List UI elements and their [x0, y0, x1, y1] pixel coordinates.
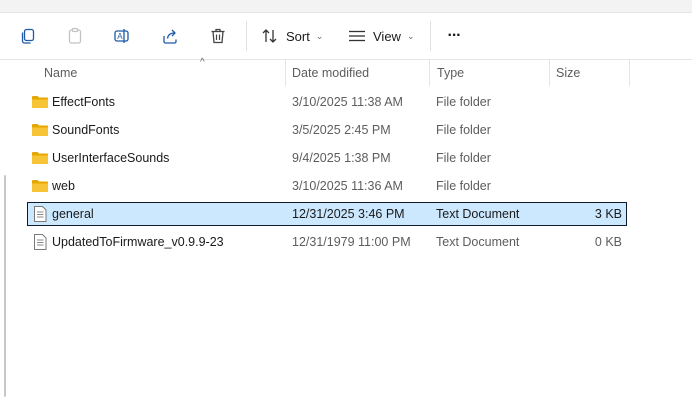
file-date-modified: 9/4/2025 1:38 PM [292, 151, 391, 165]
folder-icon [32, 152, 48, 164]
file-type: File folder [436, 123, 491, 137]
folder-row[interactable]: EffectFonts 3/10/2025 11:38 AM File folder [28, 91, 626, 113]
column-header-row: Name ^ Date modified Type Size [0, 57, 692, 86]
text-file-icon [34, 206, 47, 222]
file-type: Text Document [436, 235, 520, 249]
trash-icon [211, 28, 225, 44]
file-name: web [52, 179, 75, 193]
folder-icon [32, 180, 48, 192]
column-header-size[interactable]: Size [556, 60, 628, 86]
file-size: 0 KB [594, 235, 622, 249]
rename-button[interactable]: A [108, 19, 136, 53]
toolbar-separator [246, 21, 247, 51]
column-divider[interactable] [285, 60, 286, 86]
sort-icon [262, 29, 277, 43]
share-button[interactable] [156, 19, 184, 53]
file-type: File folder [436, 95, 491, 109]
text-file-icon [34, 234, 47, 250]
file-name: EffectFonts [52, 95, 115, 109]
paste-button[interactable] [61, 19, 89, 53]
file-row[interactable]: general 12/31/2025 3:46 PM Text Document 3 … [27, 202, 627, 226]
column-header-size-label: Size [556, 66, 581, 80]
sort-label: Sort [286, 28, 310, 44]
file-type: File folder [436, 179, 491, 193]
column-divider[interactable] [549, 60, 550, 86]
view-label: View [373, 28, 401, 44]
column-header-type[interactable]: Type [437, 60, 547, 86]
file-date-modified: 3/5/2025 2:45 PM [292, 123, 391, 137]
file-type: Text Document [436, 207, 520, 221]
copy-icon [21, 28, 35, 44]
file-type: File folder [436, 151, 491, 165]
chevron-down-icon: ⌄ [406, 30, 415, 41]
column-header-type-label: Type [437, 66, 465, 80]
file-date-modified: 12/31/2025 3:46 PM [292, 207, 405, 221]
folder-icon [32, 124, 48, 136]
folder-row[interactable]: SoundFonts 3/5/2025 2:45 PM File folder [28, 119, 626, 141]
title-bar-strip [0, 0, 692, 13]
column-header-name-label: Name [44, 66, 78, 80]
folder-icon [32, 96, 48, 108]
rename-icon: A [114, 29, 129, 43]
file-date-modified: 3/10/2025 11:36 AM [292, 179, 403, 193]
column-header-date-label: Date modified [292, 66, 370, 80]
file-date-modified: 3/10/2025 11:38 AM [292, 95, 403, 109]
sort-ascending-icon: ^ [200, 57, 205, 68]
paste-icon [68, 27, 82, 44]
column-divider[interactable] [429, 60, 430, 86]
column-header-name[interactable]: Name ^ [44, 57, 284, 86]
sort-button[interactable]: Sort ⌄ [257, 19, 331, 53]
view-button[interactable]: View ⌄ [344, 19, 424, 53]
file-name: UserInterfaceSounds [52, 151, 170, 165]
file-row[interactable]: UpdatedToFirmware_v0.9.9-23 12/31/1979 11… [28, 231, 626, 253]
file-size: 3 KB [594, 207, 622, 221]
delete-button[interactable] [204, 19, 232, 53]
nav-pane-scrollbar[interactable] [4, 175, 6, 397]
toolbar-separator [430, 21, 431, 51]
svg-text:A: A [117, 32, 123, 41]
column-header-date[interactable]: Date modified [292, 60, 428, 86]
file-name: general [52, 207, 94, 221]
more-options-button[interactable]: ··· [440, 19, 468, 53]
command-bar: A Sort ⌄ View ⌄ ··· [0, 13, 692, 60]
view-icon [349, 30, 365, 42]
file-name: SoundFonts [52, 123, 120, 137]
more-icon: ··· [447, 27, 462, 44]
folder-row[interactable]: UserInterfaceSounds 9/4/2025 1:38 PM File … [28, 147, 626, 169]
column-divider[interactable] [629, 60, 630, 86]
share-icon [163, 29, 177, 44]
copy-button[interactable] [14, 19, 42, 53]
file-date-modified: 12/31/1979 11:00 PM [292, 235, 411, 249]
chevron-down-icon: ⌄ [315, 30, 324, 41]
folder-row[interactable]: web 3/10/2025 11:36 AM File folder [28, 175, 626, 197]
file-name: UpdatedToFirmware_v0.9.9-23 [52, 235, 224, 249]
